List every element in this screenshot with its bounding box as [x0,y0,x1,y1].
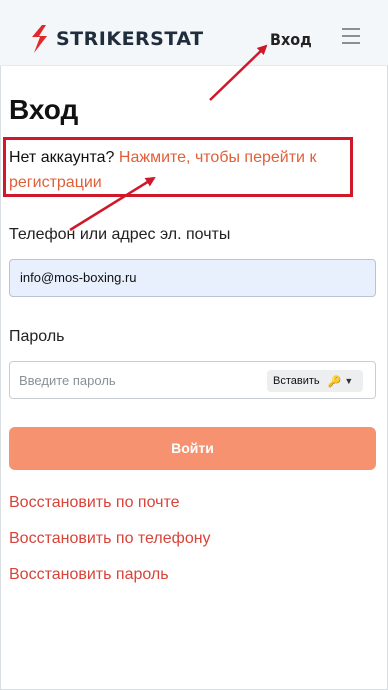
brand-name: STRIKERSTAT [56,28,204,50]
no-account-text: Нет аккаунта? [9,149,115,166]
email-field[interactable]: info@mos-boxing.ru [9,259,376,297]
phone-email-label: Телефон или адрес эл. почты [9,226,231,243]
page-title: Вход [9,94,79,125]
password-field[interactable]: Введите пароль Вставить 🔑 ▼ [9,361,376,399]
strikerstat-logo-icon [32,25,47,53]
nav-login-link[interactable]: Вход [270,30,312,49]
hamburger-icon[interactable] [342,28,360,44]
paste-button[interactable]: Вставить 🔑 ▼ [267,370,363,392]
recover-password-link[interactable]: Восстановить пароль [9,566,169,584]
password-label: Пароль [9,328,65,345]
key-icon: 🔑 [327,375,342,388]
paste-label: Вставить [273,375,320,387]
login-button[interactable]: Войти [9,427,376,470]
password-placeholder: Введите пароль [19,373,116,388]
chevron-down-icon: ▼ [344,376,354,386]
brand-logo[interactable]: STRIKERSTAT [28,24,204,54]
site-header: STRIKERSTAT Вход [0,0,388,66]
recover-by-email-link[interactable]: Восстановить по почте [9,494,180,512]
register-prompt: Нет аккаунта? Нажмите, чтобы перейти к р… [9,145,349,195]
recover-by-phone-link[interactable]: Восстановить по телефону [9,530,211,548]
